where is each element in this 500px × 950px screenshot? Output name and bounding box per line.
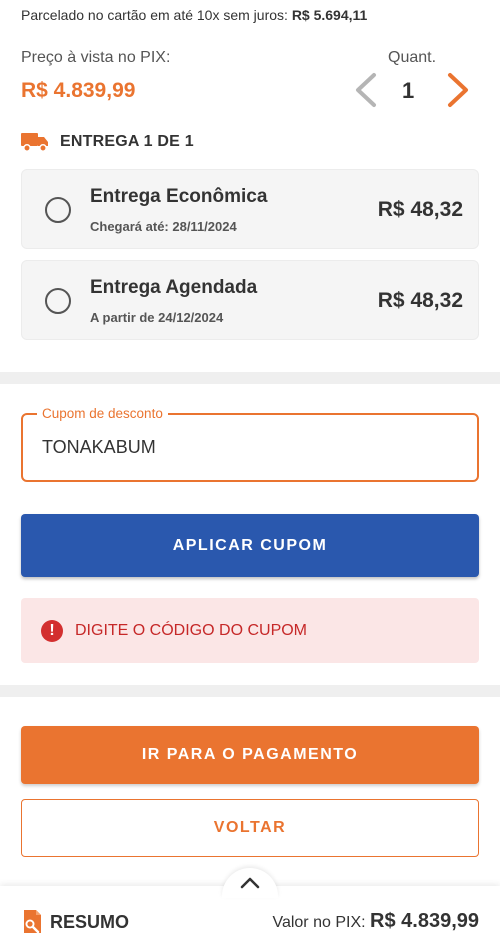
shipping-option-economica[interactable]: Entrega Econômica Chegará até: 28/11/202… [21, 169, 479, 249]
truck-icon [21, 133, 48, 152]
chevron-left-icon [356, 73, 376, 107]
shipping-option-date: Chegará até: 28/11/2024 [90, 219, 237, 234]
go-to-payment-button[interactable]: IR PARA O PAGAMENTO [21, 726, 479, 784]
quantity-decrease-button[interactable] [350, 70, 384, 110]
radio-icon[interactable] [45, 197, 71, 223]
shipping-option-date: A partir de 24/12/2024 [90, 310, 224, 325]
coupon-input[interactable] [42, 437, 442, 458]
quantity-value: 1 [402, 78, 415, 103]
back-button[interactable]: VOLTAR [21, 799, 479, 857]
delivery-header: ENTREGA 1 DE 1 [21, 131, 194, 153]
receipt-search-icon [24, 910, 41, 934]
expand-summary-button[interactable] [222, 868, 278, 898]
chevron-right-icon [448, 73, 468, 107]
quantity-increase-button[interactable] [440, 70, 474, 110]
footer-total-label: Valor no PIX: [272, 914, 366, 931]
pix-price: R$ 4.839,99 [21, 79, 136, 102]
shipping-option-agendada[interactable]: Entrega Agendada A partir de 24/12/2024 … [21, 260, 479, 340]
shipping-option-price: R$ 48,32 [377, 289, 463, 312]
shipping-option-name: Entrega Econômica [90, 186, 268, 207]
coupon-field-label: Cupom de desconto [37, 406, 168, 421]
quantity-label: Quant. [388, 49, 437, 66]
section-divider [0, 685, 500, 697]
footer-total-value: R$ 4.839,99 [370, 910, 479, 932]
shipping-option-name: Entrega Agendada [90, 277, 258, 298]
installments-line: Parcelado no cartão em até 10x sem juros… [21, 7, 367, 23]
pix-label: Preço à vista no PIX: [21, 49, 171, 66]
footer-total: Valor no PIX: R$ 4.839,99 [272, 910, 479, 933]
summary-toggle[interactable]: RESUMO [21, 909, 129, 935]
apply-coupon-button[interactable]: APLICAR CUPOM [21, 514, 479, 577]
installments-text: Parcelado no cartão em até 10x sem juros… [21, 7, 288, 23]
summary-label: RESUMO [50, 911, 130, 932]
delivery-title: ENTREGA 1 DE 1 [60, 133, 194, 150]
error-icon: ! [41, 619, 63, 642]
section-divider [0, 372, 500, 384]
coupon-field[interactable]: Cupom de desconto [21, 406, 479, 482]
coupon-error-message: DIGITE O CÓDIGO DO CUPOM [75, 621, 308, 639]
chevron-up-icon [240, 877, 260, 889]
shipping-option-price: R$ 48,32 [377, 198, 463, 221]
installments-amount: R$ 5.694,11 [291, 7, 368, 23]
radio-icon[interactable] [45, 288, 71, 314]
coupon-error-alert: ! DIGITE O CÓDIGO DO CUPOM [21, 598, 479, 663]
